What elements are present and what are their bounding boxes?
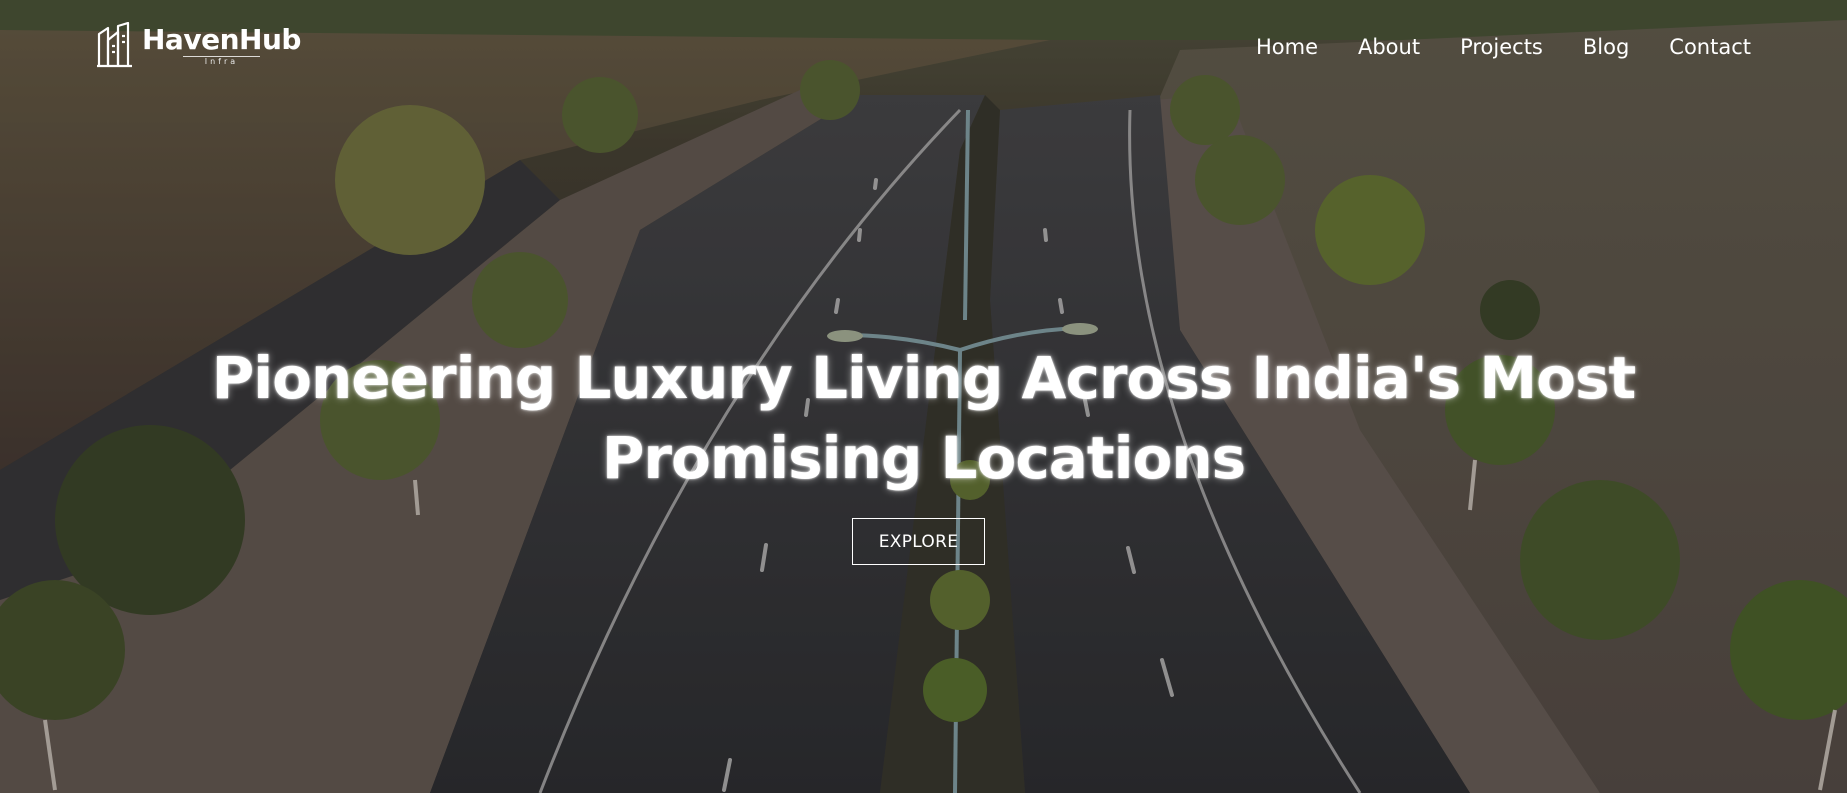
hero-section: HavenHub Infra Home About Projects Blog … — [0, 0, 1847, 793]
main-menu: Home About Projects Blog Contact — [1256, 32, 1751, 62]
nav-link-projects[interactable]: Projects — [1460, 32, 1543, 62]
nav-link-home[interactable]: Home — [1256, 32, 1318, 62]
nav-link-contact[interactable]: Contact — [1669, 32, 1751, 62]
nav-link-about[interactable]: About — [1358, 32, 1420, 62]
hero-headline-line-2: Promising Locations — [601, 424, 1246, 492]
explore-button[interactable]: EXPLORE — [852, 518, 985, 565]
top-navigation: HavenHub Infra Home About Projects Blog … — [0, 0, 1847, 96]
hero-headline-line-1: Pioneering Luxury Living Across India's … — [211, 344, 1636, 412]
brand-tagline: Infra — [182, 55, 261, 66]
brand-logo[interactable]: HavenHub Infra — [96, 22, 301, 68]
brand-name: HavenHub — [142, 22, 301, 56]
brand-wordmark: HavenHub Infra — [142, 22, 301, 66]
building-outline-icon — [97, 22, 132, 68]
nav-link-blog[interactable]: Blog — [1583, 32, 1629, 62]
hero-headline: Pioneering Luxury Living Across India's … — [0, 338, 1847, 498]
